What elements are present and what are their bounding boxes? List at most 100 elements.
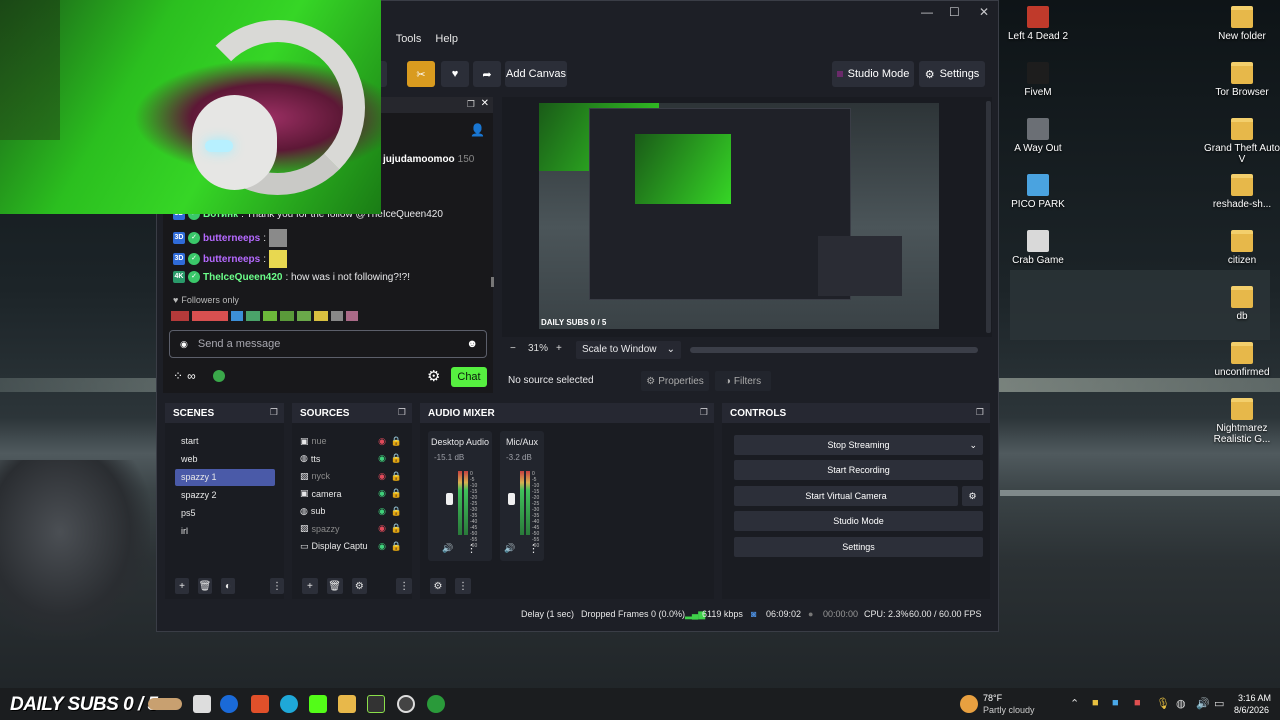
preview-panel[interactable]: DAILY SUBS 0 / 5 bbox=[502, 97, 992, 337]
source-item[interactable]: ▭ Display Captu ◉ 🔒 bbox=[300, 538, 410, 554]
preview-vertical-scrollbar[interactable] bbox=[986, 101, 991, 333]
controls-undock-icon[interactable]: ❐ bbox=[976, 407, 984, 418]
desktop-folder[interactable]: db bbox=[1204, 286, 1280, 322]
desktop-folder[interactable]: unconfirmed bbox=[1204, 342, 1280, 378]
minimize-icon[interactable]: — bbox=[921, 5, 933, 19]
add-source-button[interactable]: + bbox=[302, 578, 318, 594]
chat-top-user[interactable]: jujudamoomoo bbox=[383, 154, 455, 165]
volume-fader[interactable] bbox=[446, 493, 453, 505]
zoom-out-button[interactable]: − bbox=[510, 343, 516, 354]
desktop-shortcut[interactable]: FiveM bbox=[1000, 62, 1076, 98]
scene-filter-button[interactable]: ◐ bbox=[221, 578, 235, 594]
channel-menu-icon[interactable]: ⋮ bbox=[466, 542, 477, 555]
chat-username[interactable]: butterneeps bbox=[203, 254, 260, 265]
maximize-icon[interactable]: ☐ bbox=[949, 5, 960, 19]
scale-select[interactable]: Scale to Window ⌄ bbox=[576, 341, 681, 359]
mixer-undock-icon[interactable]: ❐ bbox=[700, 407, 708, 418]
network-icon[interactable]: ◍ bbox=[1176, 697, 1186, 710]
preview-canvas[interactable]: DAILY SUBS 0 / 5 bbox=[539, 103, 939, 329]
lock-icon[interactable]: 🔒 bbox=[391, 506, 402, 517]
lock-icon[interactable]: 🔒 bbox=[391, 471, 402, 482]
lock-icon[interactable]: 🔒 bbox=[391, 453, 402, 464]
xbox-taskbar-icon[interactable] bbox=[427, 695, 445, 713]
source-item[interactable]: ▣ camera ◉ 🔒 bbox=[300, 486, 410, 502]
source-item[interactable]: ▣ nue ◉ 🔒 bbox=[300, 433, 410, 449]
desktop-shortcut[interactable]: A Way Out bbox=[1000, 118, 1076, 154]
user-list-icon[interactable]: 👤 bbox=[470, 123, 485, 137]
properties-button[interactable]: ⚙ Properties bbox=[641, 371, 709, 391]
virtual-camera-settings-button[interactable]: ⚙ bbox=[962, 486, 983, 506]
add-canvas-button[interactable]: Add Canvas bbox=[505, 61, 567, 87]
tools-button[interactable]: ✂ bbox=[407, 61, 435, 87]
chat-username[interactable]: butterneeps bbox=[203, 233, 260, 244]
volume-icon[interactable]: 🔊 bbox=[1196, 697, 1210, 710]
lock-icon[interactable]: 🔒 bbox=[391, 436, 402, 447]
sources-more-button[interactable]: ⋮ bbox=[396, 578, 412, 594]
mixer-more-button[interactable]: ⋮ bbox=[455, 578, 471, 594]
desktop-folder[interactable]: citizen bbox=[1204, 230, 1280, 266]
stream-dropdown-icon[interactable]: ⌄ bbox=[969, 440, 977, 451]
chat-settings-icon[interactable]: ⚙ bbox=[427, 367, 440, 385]
scene-item[interactable]: spazzy 2 bbox=[175, 487, 275, 504]
task-view-icon[interactable] bbox=[193, 695, 211, 713]
desktop-folder[interactable]: Nightmarez Realistic G... bbox=[1204, 398, 1280, 445]
scene-item[interactable]: irl bbox=[175, 523, 275, 540]
chat-send-button[interactable]: Chat bbox=[451, 367, 487, 387]
file-explorer-icon[interactable] bbox=[338, 695, 356, 713]
scene-item[interactable]: web bbox=[175, 451, 275, 468]
stop-streaming-button[interactable]: Stop Streaming ⌄ bbox=[734, 435, 983, 455]
xbox-icon[interactable] bbox=[213, 370, 225, 382]
menu-tools[interactable]: Tools bbox=[396, 31, 422, 47]
filters-button[interactable]: ◑ Filters bbox=[715, 371, 771, 391]
channel-points[interactable]: ⁘ ∞ bbox=[173, 369, 196, 383]
microphone-icon[interactable]: 🎙 bbox=[1156, 697, 1170, 710]
eye-hidden-icon[interactable]: ◉ bbox=[378, 436, 386, 447]
tray-app-icon-2[interactable]: ■ bbox=[1112, 697, 1119, 709]
source-item[interactable]: ▨ spazzy ◉ 🔒 bbox=[300, 521, 410, 537]
undock-icon[interactable]: ❐ bbox=[467, 99, 475, 110]
clock-time[interactable]: 3:16 AM bbox=[1238, 693, 1271, 703]
lock-icon[interactable]: 🔒 bbox=[391, 523, 402, 534]
eye-icon[interactable]: ◉ bbox=[378, 453, 386, 464]
start-virtual-camera-button[interactable]: Start Virtual Camera bbox=[734, 486, 958, 506]
desktop-folder[interactable]: reshade-sh... bbox=[1204, 174, 1280, 210]
tray-app-icon-3[interactable]: ■ bbox=[1134, 697, 1141, 709]
desktop-shortcut[interactable]: Crab Game bbox=[1000, 230, 1076, 266]
desktop-folder[interactable]: New folder bbox=[1204, 6, 1280, 42]
desktop-folder[interactable]: Grand Theft Auto V bbox=[1204, 118, 1280, 165]
weather-icon[interactable] bbox=[960, 695, 978, 713]
obs-taskbar-icon[interactable] bbox=[397, 695, 415, 713]
mute-icon[interactable]: 🔊 bbox=[504, 543, 515, 554]
zoom-in-button[interactable]: + bbox=[556, 343, 562, 354]
desktop-shortcut[interactable]: PICO PARK bbox=[1000, 174, 1076, 210]
scenes-undock-icon[interactable]: ❐ bbox=[270, 407, 278, 418]
delete-source-button[interactable]: 🗑 bbox=[326, 578, 343, 594]
channel-menu-icon[interactable]: ⋮ bbox=[528, 542, 539, 555]
emote-picker-icon[interactable]: ☻ bbox=[466, 338, 478, 350]
eye-icon[interactable]: ◉ bbox=[378, 541, 386, 552]
source-properties-button[interactable]: ⚙ bbox=[351, 578, 368, 594]
kick-icon[interactable] bbox=[309, 695, 327, 713]
volume-fader[interactable] bbox=[508, 493, 515, 505]
settings-button[interactable]: Settings bbox=[734, 537, 983, 557]
source-item[interactable]: ◍ tts ◉ 🔒 bbox=[300, 451, 410, 467]
share-button[interactable]: ➦ bbox=[473, 61, 501, 87]
battery-icon[interactable]: ▭ bbox=[1214, 697, 1224, 710]
source-item[interactable]: ▨ nyck ◉ 🔒 bbox=[300, 468, 410, 484]
tray-app-icon-1[interactable]: ■ bbox=[1092, 697, 1099, 709]
eye-hidden-icon[interactable]: ◉ bbox=[378, 471, 386, 482]
menu-help[interactable]: Help bbox=[435, 31, 458, 47]
lock-icon[interactable]: 🔒 bbox=[391, 541, 402, 552]
chat-username[interactable]: TheIceQueen420 bbox=[203, 272, 282, 283]
clock-date[interactable]: 8/6/2026 bbox=[1234, 705, 1269, 715]
weather-desc[interactable]: Partly cloudy bbox=[983, 705, 1035, 715]
favorite-button[interactable]: ♥ bbox=[441, 61, 469, 87]
studio-mode-button[interactable]: Studio Mode bbox=[734, 511, 983, 531]
source-item[interactable]: ◍ sub ◉ 🔒 bbox=[300, 503, 410, 519]
edge-browser-icon[interactable] bbox=[280, 695, 298, 713]
terminal-icon[interactable] bbox=[367, 695, 385, 713]
tray-expand-icon[interactable]: ⌃ bbox=[1070, 697, 1079, 710]
chat-message-input[interactable]: ◉ Send a message ☻ bbox=[169, 330, 487, 358]
settings-toolbar-button[interactable]: ⚙ Settings bbox=[919, 61, 985, 87]
chat-scrollbar[interactable] bbox=[491, 277, 494, 287]
